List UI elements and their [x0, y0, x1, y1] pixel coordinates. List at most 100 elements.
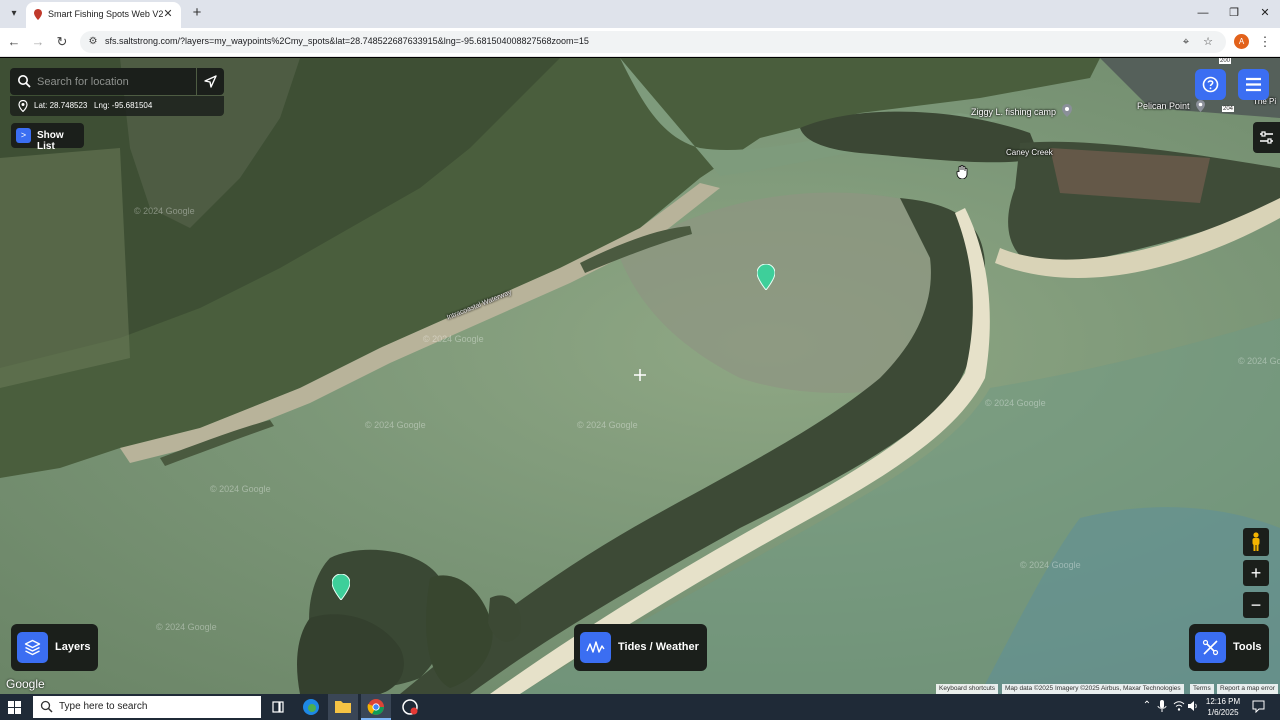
- address-bar[interactable]: ⚙ sfs.saltstrong.com/?layers=my_waypoint…: [80, 31, 1226, 53]
- profile-avatar[interactable]: A: [1234, 34, 1249, 49]
- map-watermark: © 2024 Google: [423, 334, 484, 344]
- new-tab-button[interactable]: +: [188, 4, 206, 22]
- place-label-caney-creek: Caney Creek: [1006, 148, 1053, 157]
- report-map-error-link[interactable]: Report a map error: [1217, 684, 1278, 694]
- forward-arrow-icon[interactable]: →: [29, 33, 47, 51]
- location-pin-icon: [18, 100, 28, 112]
- file-explorer-taskbar-button[interactable]: [328, 694, 358, 720]
- keyboard-shortcuts-link[interactable]: Keyboard shortcuts: [936, 684, 999, 694]
- help-button[interactable]: [1195, 69, 1226, 100]
- reload-icon[interactable]: ↻: [53, 33, 71, 51]
- tab-title: Smart Fishing Spots Web V2: [48, 9, 164, 19]
- tools-icon: [1202, 639, 1219, 656]
- search-input[interactable]: [37, 72, 187, 91]
- browser-tab-strip: ▾ Smart Fishing Spots Web V2 ✕ + — ❐ ✕: [0, 0, 1280, 28]
- map-watermark: © 2024 Google: [985, 398, 1046, 408]
- map-data-attribution: Map data ©2025 Imagery ©2025 Airbus, Max…: [1002, 684, 1184, 694]
- hand-cursor-icon: [956, 165, 968, 179]
- search-icon: [40, 700, 53, 713]
- pegman-icon: [1252, 532, 1260, 551]
- url-text[interactable]: sfs.saltstrong.com/?layers=my_waypoints%…: [105, 36, 589, 46]
- street-view-pegman[interactable]: [1243, 528, 1269, 556]
- fishing-spot-marker-icon[interactable]: [757, 264, 775, 290]
- tools-label: Tools: [1233, 641, 1262, 653]
- volume-icon[interactable]: [1187, 700, 1199, 712]
- bookmark-star-icon[interactable]: ☆: [1201, 35, 1215, 49]
- chrome-taskbar-button[interactable]: [361, 694, 391, 720]
- location-pin-favicon-icon: [34, 9, 42, 20]
- place-pin-icon[interactable]: [1062, 104, 1072, 117]
- map-watermark: © 2024 Google: [1020, 560, 1081, 570]
- chrome-icon: [367, 699, 384, 715]
- windows-start-icon[interactable]: [8, 701, 21, 714]
- layers-icon-box: [17, 632, 48, 663]
- chevron-right-icon: >: [16, 128, 31, 143]
- tools-icon-box: [1195, 632, 1226, 663]
- google-logo: Google: [6, 677, 45, 691]
- screen-recorder-icon[interactable]: [400, 697, 420, 717]
- map-watermark: © 2024 Google: [365, 420, 426, 430]
- network-icon[interactable]: [1173, 700, 1185, 712]
- minimize-button[interactable]: —: [1188, 4, 1218, 22]
- taskbar-search-placeholder: Type here to search: [59, 701, 148, 712]
- place-label-pelican-point[interactable]: Pelican Point: [1137, 101, 1190, 111]
- site-info-icon[interactable]: ⚙: [86, 35, 100, 49]
- location-search-box: [10, 68, 196, 95]
- browser-toolbar: ← → ↻ ⚙ sfs.saltstrong.com/?layers=my_wa…: [0, 28, 1280, 57]
- system-clock[interactable]: 12:16 PM 1/6/2025: [1200, 696, 1246, 718]
- browser-tab[interactable]: Smart Fishing Spots Web V2 ✕: [26, 2, 181, 28]
- clock-date: 1/6/2025: [1207, 708, 1239, 717]
- tides-weather-button[interactable]: Tides / Weather: [574, 624, 707, 671]
- browser-menu-icon[interactable]: ⋮: [1258, 33, 1272, 51]
- show-list-button[interactable]: > Show List: [11, 123, 84, 152]
- taskbar-search-box[interactable]: Type here to search: [33, 696, 261, 718]
- layers-icon: [24, 639, 41, 656]
- zoom-out-button[interactable]: −: [1243, 592, 1269, 618]
- crosshair-icon: [634, 369, 646, 381]
- map-watermark: © 2024 Google: [210, 484, 271, 494]
- back-arrow-icon[interactable]: ←: [5, 33, 23, 51]
- layers-button[interactable]: Layers: [11, 624, 98, 671]
- close-tab-icon[interactable]: ✕: [161, 7, 175, 21]
- show-hidden-icons-chevron[interactable]: ⌃: [1140, 699, 1154, 713]
- satellite-map[interactable]: © 2024 Google © 2024 Google © 2024 Googl…: [0, 58, 1280, 694]
- file-explorer-icon: [335, 701, 351, 713]
- main-menu-button[interactable]: [1238, 69, 1269, 100]
- map-watermark: © 2024 Google: [134, 206, 195, 216]
- road-shield: 200: [1219, 58, 1232, 64]
- tides-weather-label: Tides / Weather: [618, 641, 699, 653]
- coordinates-display: Lat: 28.748523 Lng: -95.681504: [10, 96, 224, 116]
- filter-button[interactable]: [1253, 122, 1280, 153]
- tools-button[interactable]: Tools: [1189, 624, 1269, 671]
- layers-label: Layers: [55, 641, 91, 653]
- task-view-icon[interactable]: [268, 697, 288, 717]
- close-window-button[interactable]: ✕: [1250, 4, 1280, 22]
- microphone-icon[interactable]: [1157, 700, 1167, 713]
- help-icon: [1202, 76, 1219, 93]
- terms-link[interactable]: Terms: [1190, 684, 1214, 694]
- search-icon: [18, 75, 31, 88]
- map-watermark: © 2024 Google: [156, 622, 217, 632]
- edge-browser-icon[interactable]: [301, 697, 321, 717]
- coordinates-text: Lat: 28.748523 Lng: -95.681504: [34, 101, 153, 110]
- notifications-icon[interactable]: [1252, 700, 1265, 713]
- clock-time: 12:16 PM: [1205, 697, 1241, 706]
- tides-wave-icon: [586, 641, 605, 653]
- road-shield: 204: [1222, 106, 1235, 112]
- place-label-ziggy[interactable]: Ziggy L. fishing camp: [971, 107, 1056, 117]
- place-pin-icon[interactable]: [1196, 100, 1205, 112]
- zoom-in-button[interactable]: +: [1243, 560, 1269, 586]
- restore-button[interactable]: ❐: [1219, 4, 1249, 22]
- map-watermark: © 2024 Google: [577, 420, 638, 430]
- sliders-icon: [1260, 131, 1273, 144]
- fishing-spot-marker-icon[interactable]: [332, 574, 350, 600]
- tides-icon-box: [580, 632, 611, 663]
- navigate-button[interactable]: [197, 68, 224, 95]
- hamburger-menu-icon: [1246, 77, 1261, 92]
- map-watermark: © 2024 Google: [1238, 356, 1280, 366]
- navigation-arrow-icon: [204, 75, 217, 88]
- tab-search-chevron-icon[interactable]: ▾: [6, 6, 22, 22]
- show-list-label: Show List: [37, 130, 64, 152]
- windows-taskbar: Type here to search ⌃ 12:16 PM 1/6/2025: [0, 694, 1280, 720]
- location-icon[interactable]: ⌖: [1179, 35, 1193, 49]
